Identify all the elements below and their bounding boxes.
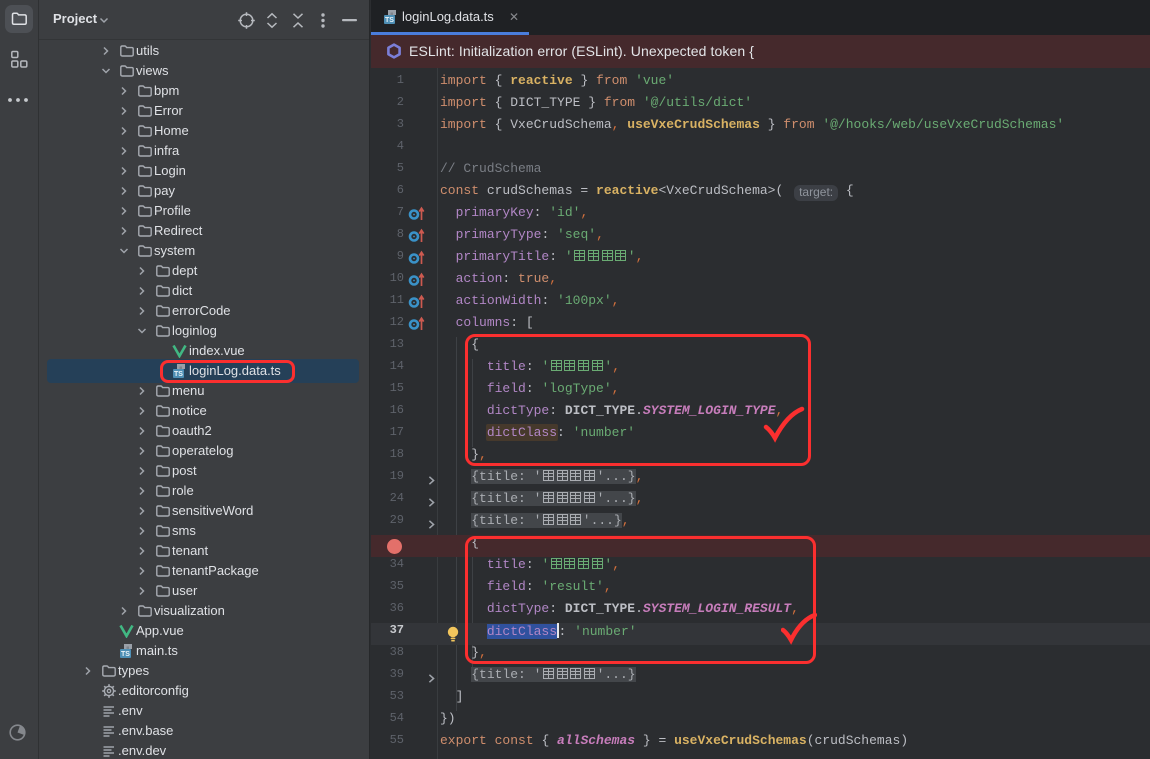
svg-text:TS: TS <box>121 651 130 658</box>
svg-text:TS: TS <box>385 17 394 24</box>
